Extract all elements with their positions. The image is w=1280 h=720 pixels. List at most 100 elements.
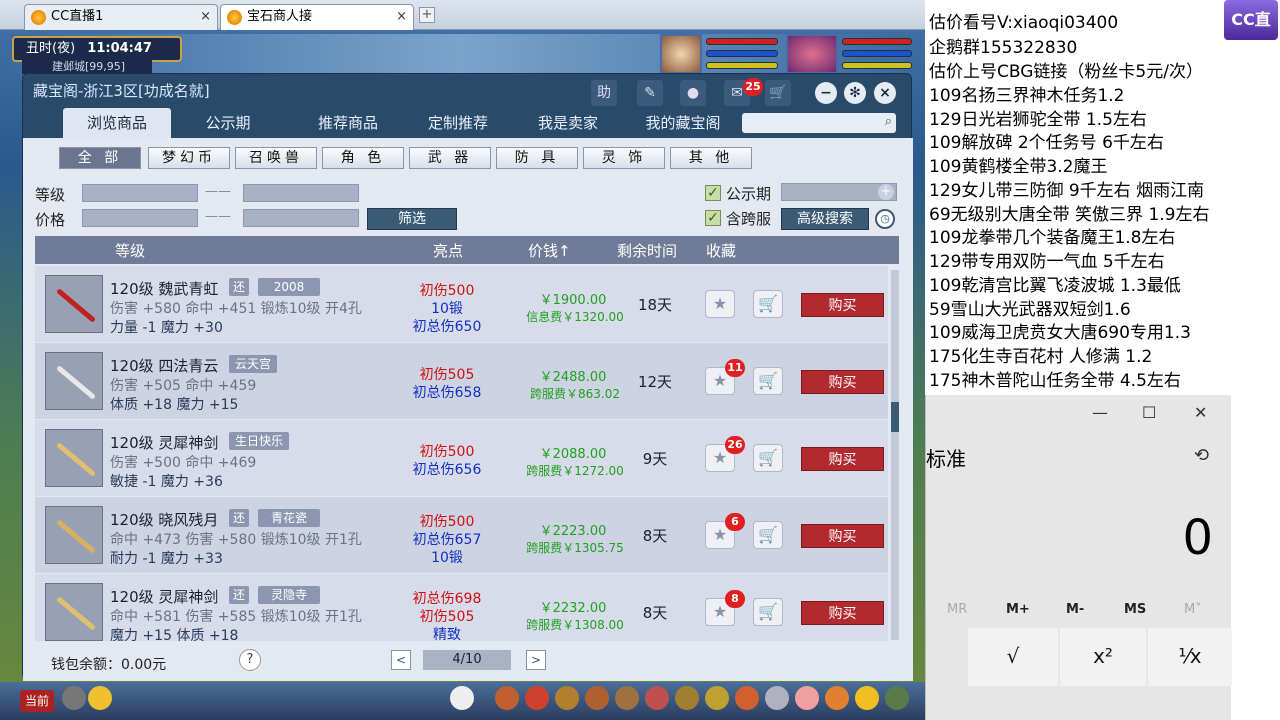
square-key[interactable]: x² (1060, 628, 1146, 686)
calc-mode-title[interactable]: 标准 (926, 443, 966, 472)
table-row[interactable]: 120级 晓风残月 还 青花瓷 命中 +473 伤害 +580 锻炼10级 开1… (35, 497, 888, 573)
tab-public[interactable]: 公示期 (183, 108, 273, 138)
attack-icon[interactable] (495, 686, 519, 710)
emoji-icon[interactable] (88, 686, 112, 710)
table-row[interactable]: 120级 灵犀神剑 还 灵隐寺 命中 +581 伤害 +585 锻炼10级 开1… (35, 574, 888, 641)
tab-browse[interactable]: 浏览商品 (63, 108, 171, 138)
record-icon[interactable]: ● (680, 80, 706, 106)
price-max-input[interactable] (243, 209, 359, 227)
edit-icon[interactable]: ✎ (637, 80, 663, 106)
table-row[interactable]: 120级 四法青云 云天宫 伤害 +505 命中 +459 体质 +18 魔力 … (35, 343, 888, 419)
settings-gear-icon[interactable]: ✻ (844, 82, 866, 104)
tab-recommend[interactable]: 推荐商品 (293, 108, 403, 138)
favorite-star-icon[interactable]: ★ (705, 290, 735, 318)
memory-add-button[interactable]: M+ (1006, 602, 1030, 617)
pet-icon[interactable] (645, 686, 669, 710)
browser-tab-cc-live[interactable]: CC直播1 × (24, 4, 218, 30)
memory-recall-button[interactable]: MR (947, 602, 967, 617)
tab-seller[interactable]: 我是卖家 (513, 108, 623, 138)
add-cart-icon[interactable]: 🛒 (753, 444, 783, 472)
add-cart-icon[interactable]: 🛒 (753, 598, 783, 626)
close-tab-icon[interactable]: × (200, 5, 211, 29)
page-indicator[interactable]: 4/10 (423, 650, 511, 670)
level-max-input[interactable] (243, 184, 359, 202)
vertical-scrollbar[interactable] (891, 270, 899, 640)
pet-portrait[interactable] (660, 34, 702, 74)
level-min-input[interactable] (82, 184, 198, 202)
category-summon[interactable]: 召唤兽 (235, 147, 317, 169)
friends-icon[interactable] (765, 686, 789, 710)
reciprocal-key[interactable]: ¹⁄x (1148, 628, 1232, 686)
channel-button[interactable]: 当前 (20, 690, 54, 712)
tab-my-pavilion[interactable]: 我的藏宝阁 (628, 108, 738, 138)
item-bag-icon[interactable] (525, 686, 549, 710)
add-cart-icon[interactable]: 🛒 (753, 290, 783, 318)
smile-icon[interactable] (855, 686, 879, 710)
filter-button[interactable]: 筛选 (367, 208, 457, 230)
help-button[interactable]: 助 (591, 80, 617, 106)
weapon-thumbnail[interactable] (45, 583, 103, 641)
microphone-icon[interactable] (62, 686, 86, 710)
memory-store-button[interactable]: MS (1124, 602, 1146, 617)
add-cart-icon[interactable]: 🛒 (753, 521, 783, 549)
browser-tab-gem-merchant[interactable]: 宝石商人接 × (220, 4, 414, 30)
buy-button[interactable]: 购买 (801, 293, 884, 317)
prev-page-button[interactable]: < (391, 650, 411, 670)
weapon-thumbnail[interactable] (45, 429, 103, 487)
category-other[interactable]: 其 他 (670, 147, 752, 169)
guild-icon[interactable] (705, 686, 729, 710)
table-row[interactable]: 120级 魏武青虹 还 2008 伤害 +580 命中 +451 锻炼10级 开… (35, 266, 888, 342)
player-portrait[interactable] (786, 34, 838, 74)
category-character[interactable]: 角 色 (322, 147, 404, 169)
search-icon[interactable]: ⌕ (885, 114, 892, 129)
next-page-button[interactable]: > (526, 650, 546, 670)
search-input[interactable]: ⌕ (742, 113, 896, 133)
weapon-thumbnail[interactable] (45, 506, 103, 564)
cross-server-checkbox[interactable]: ✓ (705, 210, 721, 226)
category-ornament[interactable]: 灵 饰 (583, 147, 665, 169)
close-icon[interactable]: × (874, 82, 896, 104)
calc-close-button[interactable]: ✕ (1194, 403, 1207, 422)
category-currency[interactable]: 梦幻币 (148, 147, 230, 169)
advanced-search-button[interactable]: 高级搜索 (781, 208, 869, 230)
price-min-input[interactable] (82, 209, 198, 227)
quick-icon[interactable] (735, 686, 759, 710)
header-remaining[interactable]: 剩余时间 (617, 240, 677, 261)
history-clock-icon[interactable]: ◷ (875, 209, 895, 229)
give-icon[interactable] (555, 686, 579, 710)
new-tab-button[interactable]: + (419, 7, 435, 23)
calc-minimize-button[interactable]: — (1092, 403, 1108, 422)
buy-button[interactable]: 购买 (801, 370, 884, 394)
category-all[interactable]: 全 部 (59, 147, 141, 169)
category-armor[interactable]: 防 具 (496, 147, 578, 169)
cart-icon[interactable]: 🛒 (765, 80, 791, 106)
calc-maximize-button[interactable]: ☐ (1142, 403, 1156, 422)
history-icon[interactable]: ⟲ (1194, 445, 1209, 466)
scrollbar-thumb[interactable] (891, 402, 899, 432)
buy-button[interactable]: 购买 (801, 447, 884, 471)
memory-subtract-button[interactable]: M- (1066, 602, 1084, 617)
memory-list-button[interactable]: M˅ (1184, 602, 1202, 617)
peach-icon[interactable] (795, 686, 819, 710)
team-icon[interactable] (615, 686, 639, 710)
help-question-icon[interactable]: ? (239, 649, 261, 671)
weapon-thumbnail[interactable] (45, 352, 103, 410)
minimize-icon[interactable]: − (815, 82, 837, 104)
public-checkbox[interactable]: ✓ (705, 185, 721, 201)
header-price[interactable]: 价钱↑ (528, 240, 571, 261)
settings-icon[interactable] (885, 686, 909, 710)
system-icon[interactable] (825, 686, 849, 710)
buy-button[interactable]: 购买 (801, 524, 884, 548)
buy-button[interactable]: 购买 (801, 601, 884, 625)
quest-icon[interactable] (675, 686, 699, 710)
plus-icon[interactable]: + (878, 184, 894, 200)
close-tab-icon[interactable]: × (396, 5, 407, 29)
category-weapon[interactable]: 武 器 (409, 147, 491, 169)
tab-custom[interactable]: 定制推荐 (403, 108, 513, 138)
pet-cat-icon[interactable] (450, 686, 474, 710)
sqrt-key[interactable]: √ (968, 628, 1058, 686)
weapon-thumbnail[interactable] (45, 275, 103, 333)
header-level[interactable]: 等级 (115, 240, 145, 261)
add-cart-icon[interactable]: 🛒 (753, 367, 783, 395)
trade-icon[interactable] (585, 686, 609, 710)
